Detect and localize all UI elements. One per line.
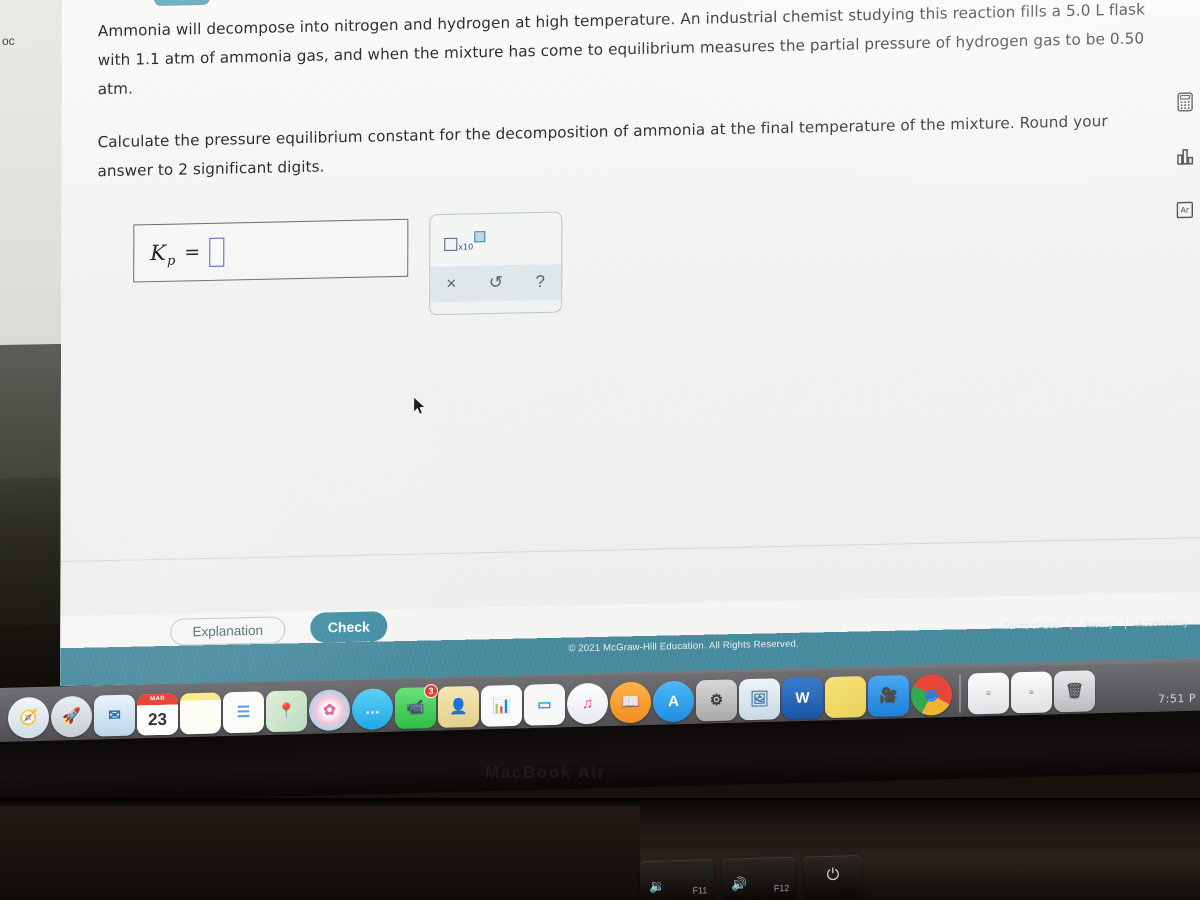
dock-keynote[interactable]: ▭ [524, 683, 565, 726]
clear-button[interactable]: × [446, 273, 456, 293]
sci-exponent-box [474, 230, 486, 242]
key-f11-glyph: 🔉 [648, 878, 666, 894]
dock-preview[interactable]: 🖼 [739, 677, 780, 726]
dock-maps[interactable]: 📍 [266, 689, 307, 732]
calendar-month: MAR [137, 692, 178, 706]
key-f11[interactable]: 🔉 F11 [639, 859, 715, 900]
content-divider [60, 536, 1200, 563]
key-f12-label: F12 [773, 882, 790, 894]
mouse-cursor [413, 396, 426, 415]
menu-bar-clock: 7:51 P [1158, 691, 1196, 706]
dock-itunes[interactable]: ♫ [567, 682, 608, 730]
facetime-badge: 3 [424, 683, 438, 698]
key-f12[interactable]: 🔊 F12 [721, 856, 797, 899]
scientific-notation-button[interactable]: x10 [444, 230, 486, 252]
dock-mail[interactable]: ✉ [94, 694, 135, 737]
question-paragraph-1: Ammonia will decompose into nitrogen and… [97, 0, 1146, 99]
calculator-icon[interactable] [1170, 86, 1200, 117]
photographed-laptop-scene: oc Ammonia will decompose into nitrogen … [0, 0, 1200, 900]
palette-action-row: × ↺ ? [430, 265, 561, 301]
undo-button[interactable]: ↺ [489, 272, 503, 292]
dock-facetime[interactable]: 📹 3 [395, 683, 438, 729]
dock-launchpad[interactable]: 🚀 [51, 695, 92, 738]
dock-reminders[interactable]: ☰ [223, 690, 264, 733]
dock-books[interactable]: 📖 [610, 681, 651, 724]
question-text: Ammonia will decompose into nitrogen and… [97, 0, 1159, 186]
math-input-palette: x10 × ↺ ? [429, 211, 563, 316]
equals-sign: = [184, 241, 201, 264]
dock-appstore[interactable]: A [653, 679, 694, 722]
aleks-question-page: Ammonia will decompose into nitrogen and… [60, 0, 1200, 687]
privacy-link[interactable]: Privacy [1083, 618, 1114, 630]
kp-base: K [150, 240, 167, 266]
key-f12-glyph: 🔊 [730, 876, 748, 892]
dock-contacts[interactable]: 👤 [438, 685, 479, 728]
footer-links: Terms of Use | Privacy | Accessibility [1000, 616, 1192, 631]
dock-safari[interactable]: 🧭 [8, 696, 49, 744]
kp-symbol: Kp [150, 240, 176, 269]
key-f11-label: F11 [692, 885, 708, 896]
dock-stickies[interactable] [825, 675, 866, 718]
dock-system-preferences[interactable]: ⚙ [696, 678, 737, 721]
collapse-question-button[interactable] [153, 0, 210, 7]
sci-mantissa-box [444, 237, 458, 251]
check-button[interactable]: Check [310, 611, 388, 643]
background-window-sliver: oc [0, 0, 64, 346]
answer-value-input[interactable] [209, 237, 225, 267]
terms-of-use-link[interactable]: Terms of Use [1004, 619, 1059, 631]
laptop-screen: Ammonia will decompose into nitrogen and… [60, 0, 1200, 706]
macbook-air-branding: MacBook Air [485, 763, 606, 782]
svg-text:Ar: Ar [1180, 205, 1189, 214]
chevron-down-icon [176, 0, 188, 1]
dock-minimized-window-1[interactable]: ≡ [968, 671, 1009, 714]
palm-rest [0, 806, 640, 900]
dock-numbers[interactable]: 📊 [481, 684, 522, 727]
dock-notes[interactable] [180, 691, 221, 734]
explanation-button[interactable]: Explanation [170, 616, 286, 646]
help-button[interactable]: ? [535, 271, 545, 291]
copyright-text: © 2021 McGraw-Hill Education. All Rights… [568, 638, 799, 655]
dock-minimized-window-2[interactable]: ≡ [1011, 670, 1052, 713]
kp-subscript: p [166, 253, 176, 269]
key-power[interactable]: ⏻ [803, 854, 863, 897]
dock-separator [959, 674, 961, 713]
dock-chrome[interactable]: ◉ [911, 673, 952, 721]
calendar-day: 23 [137, 703, 178, 736]
sci-x10-label: x10 [458, 241, 474, 252]
answer-input-box[interactable]: Kp = [133, 218, 409, 283]
bar-chart-icon[interactable] [1169, 140, 1199, 171]
dock-calendar[interactable]: MAR 23 [137, 692, 178, 736]
palette-top-row: x10 [430, 213, 561, 268]
periodic-table-icon[interactable]: Ar [1169, 194, 1199, 225]
dock-messages[interactable]: … [352, 687, 393, 736]
dock-word[interactable]: W [782, 676, 823, 725]
question-paragraph-2: Calculate the pressure equilibrium const… [97, 112, 1108, 181]
function-key-row: 🔉 F11 🔊 F12 ⏻ [639, 854, 863, 900]
dock-photos[interactable]: ✿ [309, 688, 350, 731]
background-window-text-fragment: oc [2, 33, 15, 48]
dock-trash[interactable]: 🗑 [1054, 669, 1095, 712]
footer-separator-2: | [1124, 617, 1127, 629]
footer-separator-1: | [1069, 618, 1073, 630]
tool-rail: Ar [1169, 86, 1200, 249]
dock-zoom[interactable]: 🎥 [868, 674, 909, 723]
accessibility-link[interactable]: Accessibility [1137, 616, 1188, 628]
